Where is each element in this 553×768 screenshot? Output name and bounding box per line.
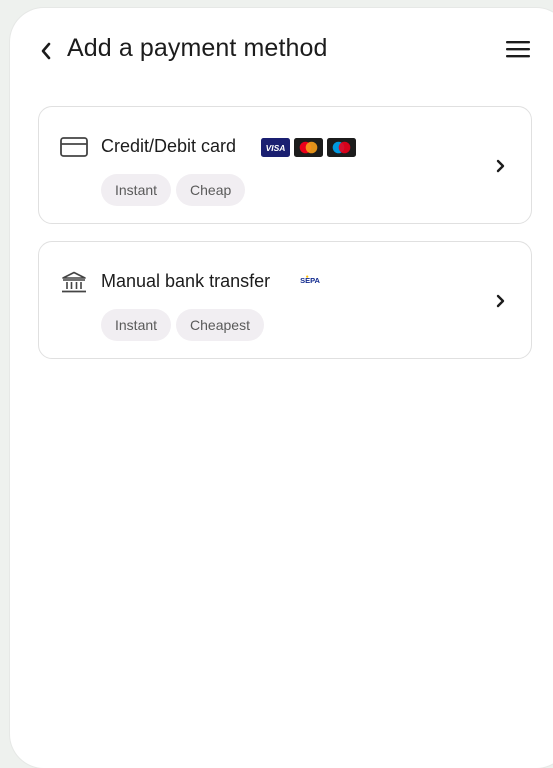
back-button[interactable] bbox=[36, 36, 56, 66]
chevron-left-icon bbox=[41, 42, 51, 60]
mastercard-logo bbox=[294, 138, 323, 157]
tag-cheapest: Cheapest bbox=[176, 309, 264, 341]
method-tags: Instant Cheap bbox=[101, 174, 246, 206]
visa-logo: VISA bbox=[261, 138, 290, 157]
menu-button[interactable] bbox=[504, 36, 532, 64]
payment-method-credit-debit-card[interactable]: Credit/Debit card VISA Instant Cheap bbox=[38, 106, 532, 224]
visa-logo-text: VISA bbox=[266, 143, 286, 153]
credit-card-icon bbox=[60, 137, 88, 157]
hamburger-menu-icon bbox=[506, 41, 530, 58]
header: Add a payment method bbox=[0, 0, 553, 90]
method-tags: Instant Cheapest bbox=[101, 309, 264, 341]
bank-icon bbox=[62, 271, 86, 293]
method-title: Credit/Debit card bbox=[101, 136, 237, 156]
chevron-right-icon bbox=[496, 159, 505, 173]
sepa-logo: SEPA bbox=[296, 273, 324, 287]
method-title: Manual bank transfer bbox=[101, 271, 271, 291]
page-title: Add a payment method bbox=[67, 34, 328, 62]
tag-instant: Instant bbox=[101, 309, 172, 341]
maestro-logo bbox=[327, 138, 356, 157]
payment-method-manual-bank-transfer[interactable]: Manual bank transfer SEPA Instant Cheape… bbox=[38, 241, 532, 359]
chevron-right-icon bbox=[496, 294, 505, 308]
tag-instant: Instant bbox=[101, 174, 172, 206]
sepa-logo-text: SEPA bbox=[300, 276, 320, 285]
tag-cheap: Cheap bbox=[176, 174, 246, 206]
bank-logos: SEPA bbox=[296, 273, 324, 287]
card-logos: VISA bbox=[261, 138, 356, 157]
